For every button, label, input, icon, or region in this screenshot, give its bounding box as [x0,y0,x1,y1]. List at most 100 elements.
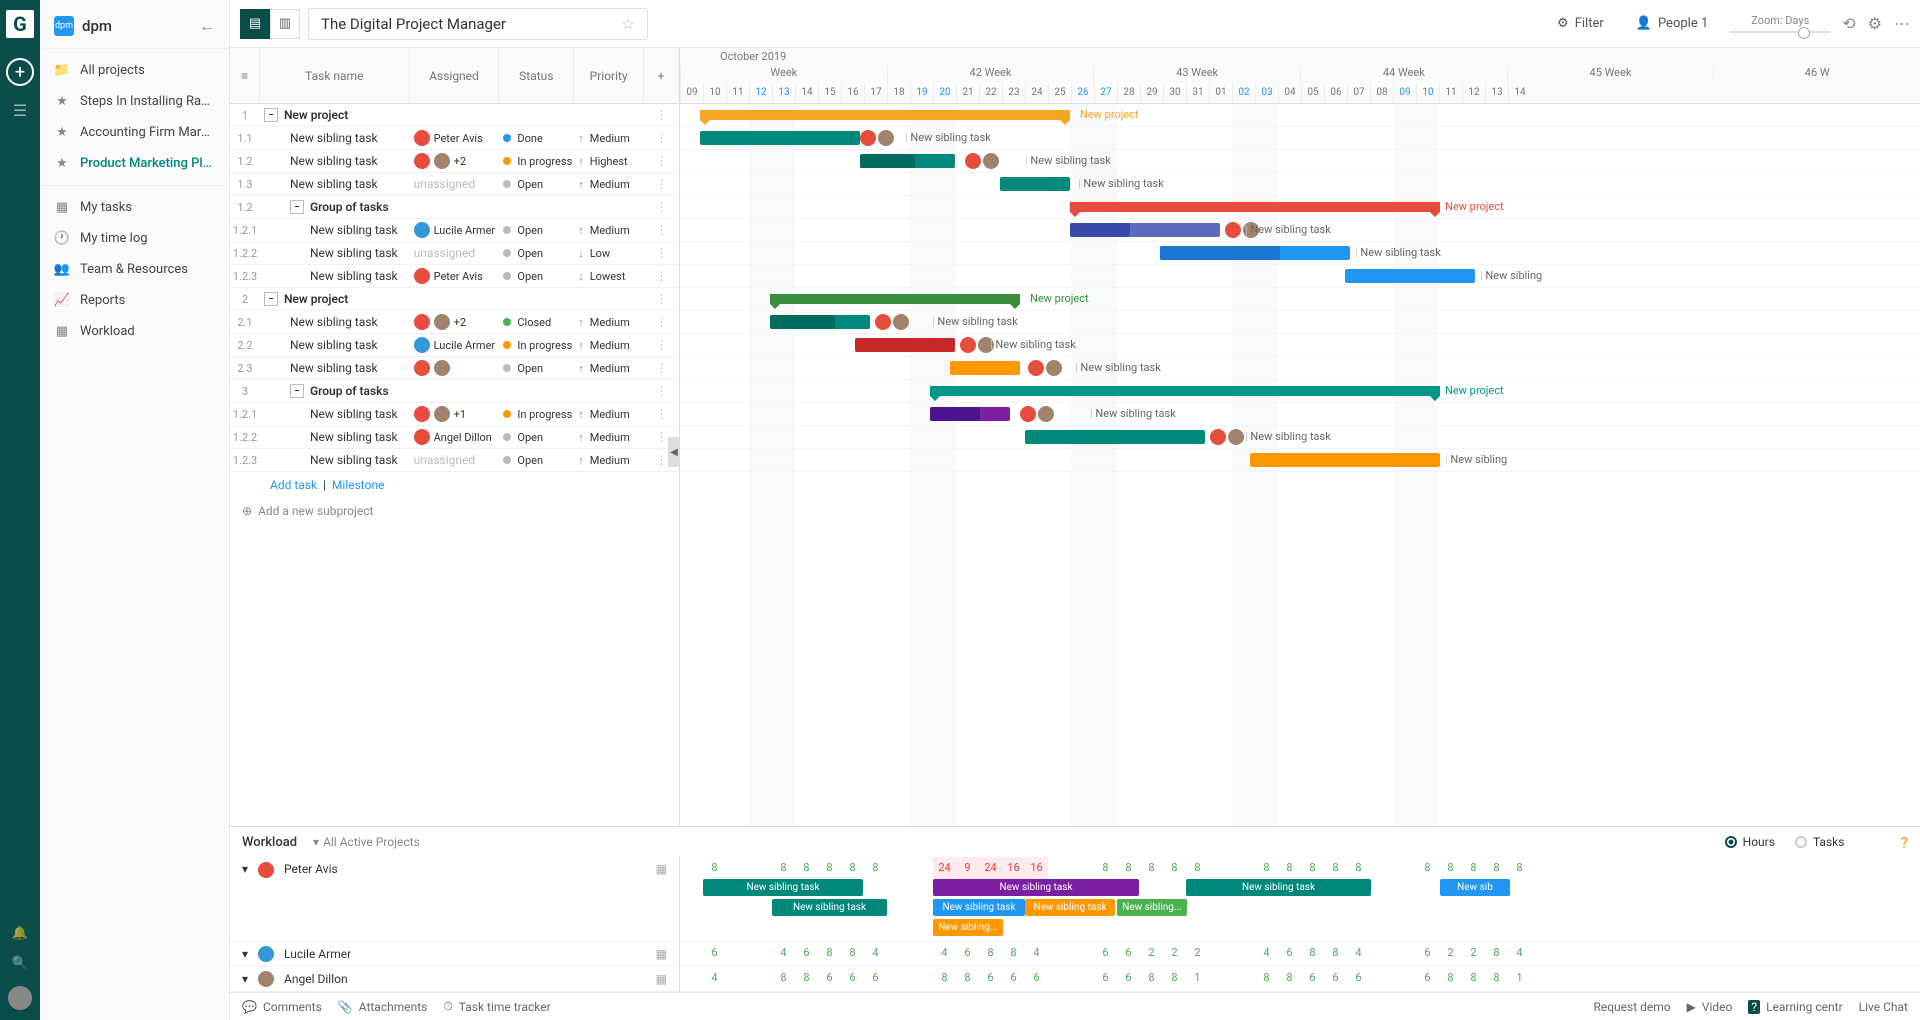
collapse-button[interactable]: − [264,292,278,306]
task-row[interactable]: 3−Group of tasks⋮ [230,380,679,403]
workload-task-bar[interactable]: New sibling... [933,919,1003,936]
row-menu-icon[interactable]: ⋮ [644,131,679,145]
comments-button[interactable]: 💬Comments [242,1000,322,1014]
row-menu-icon[interactable]: ⋮ [644,108,679,122]
assignee-cell[interactable]: unassigned [410,246,500,260]
add-column-button[interactable]: + [644,48,679,103]
task-row[interactable]: 1.2.1New sibling taskLucile ArmerOpen↑Me… [230,219,679,242]
workload-hours-toggle[interactable]: Hours [1725,835,1775,849]
live-chat-link[interactable]: Live Chat [1859,1000,1908,1014]
add-subproject-link[interactable]: ⊕ Add a new subproject [230,498,679,524]
workload-task-bar[interactable]: New sibling task [1025,899,1115,916]
sidebar-all-projects[interactable]: 📁 All projects [40,55,229,86]
collapse-grid-handle[interactable]: ◀ [668,437,680,467]
request-demo-link[interactable]: Request demo [1593,1000,1670,1014]
task-row[interactable]: 1.2.3New sibling taskunassignedOpen↑Medi… [230,449,679,472]
assignee-cell[interactable]: Lucile Armer [410,337,500,353]
status-cell[interactable]: Open [499,247,574,260]
row-menu-icon[interactable]: ⋮ [644,269,679,283]
filter-column-icon[interactable]: ≡ [230,48,260,103]
assignee-cell[interactable]: Lucile Armer [410,222,500,238]
assignee-cell[interactable]: Peter Avis [410,268,500,284]
status-cell[interactable]: In progress [499,155,574,168]
column-task-name[interactable]: Task name [260,48,410,103]
gantt-bar[interactable] [930,407,980,421]
bell-icon[interactable]: 🔔 [12,926,28,941]
add-button[interactable]: + [6,58,34,86]
task-row[interactable]: 1.3New sibling taskunassignedOpen↑Medium… [230,173,679,196]
row-menu-icon[interactable]: ⋮ [644,315,679,329]
row-menu-icon[interactable]: ⋮ [644,223,679,237]
workload-person-row[interactable]: ▾Peter Avis▦ [230,857,679,942]
star-icon[interactable]: ☆ [622,15,635,33]
status-cell[interactable]: In progress [499,339,574,352]
priority-cell[interactable]: ↓Low [574,247,644,260]
gantt-bar[interactable] [1250,453,1440,467]
people-button[interactable]: 👤People 1 [1626,10,1719,37]
task-row[interactable]: 2.3New sibling taskOpen↑Medium⋮ [230,357,679,380]
status-cell[interactable]: Open [499,454,574,467]
filter-button[interactable]: ⚙Filter [1547,10,1614,37]
sidebar-starred-project[interactable]: ★Accounting Firm Marketing... [40,117,229,148]
zoom-slider[interactable] [1730,31,1830,33]
gantt-bar[interactable] [700,131,860,145]
workload-task-bar[interactable]: New sibling task [772,899,887,916]
task-row[interactable]: 1.1New sibling taskPeter AvisDone↑Medium… [230,127,679,150]
workload-person-row[interactable]: ▾Lucile Armer▦ [230,942,679,967]
gantt-bar[interactable] [1160,246,1280,260]
gantt-bar[interactable] [860,154,915,168]
sidebar-my-tasks[interactable]: ▦My tasks [40,192,229,223]
assignee-cell[interactable]: Angel Dillon [410,429,500,445]
chevron-icon[interactable]: ▾ [242,972,248,986]
row-menu-icon[interactable]: ⋮ [644,407,679,421]
column-priority[interactable]: Priority [574,48,644,103]
priority-cell[interactable]: ↑Medium [574,454,644,467]
gantt-bar[interactable] [770,294,1020,304]
status-cell[interactable]: Open [499,362,574,375]
gantt-bar[interactable] [930,386,1440,396]
row-menu-icon[interactable]: ⋮ [644,384,679,398]
task-row[interactable]: 1−New project⋮ [230,104,679,127]
back-icon[interactable]: ← [199,16,215,36]
task-row[interactable]: 1.2−Group of tasks⋮ [230,196,679,219]
gantt-bar[interactable] [1070,202,1440,212]
row-menu-icon[interactable]: ⋮ [644,200,679,214]
status-cell[interactable]: Open [499,224,574,237]
attachments-button[interactable]: 📎Attachments [338,1000,428,1014]
status-cell[interactable]: Open [499,270,574,283]
calendar-icon[interactable]: ▦ [656,947,667,961]
more-icon[interactable]: ⋯ [1894,14,1910,33]
assignee-cell[interactable]: Peter Avis [410,130,500,146]
calendar-icon[interactable]: ▦ [656,972,667,986]
video-link[interactable]: ▶Video [1687,1000,1733,1014]
assignee-cell[interactable] [410,360,500,376]
collapse-button[interactable]: − [290,384,304,398]
workload-task-bar[interactable]: New sibling task [933,899,1025,916]
learning-link[interactable]: ?Learning centr [1748,1000,1842,1014]
gantt-bar[interactable] [1000,177,1070,191]
task-row[interactable]: 1.2.2New sibling taskunassignedOpen↓Low⋮ [230,242,679,265]
row-menu-icon[interactable]: ⋮ [644,177,679,191]
assignee-cell[interactable]: +2 [410,314,500,330]
row-menu-icon[interactable]: ⋮ [644,361,679,375]
row-menu-icon[interactable]: ⋮ [644,292,679,306]
column-status[interactable]: Status [499,48,574,103]
gantt-bar[interactable] [1025,430,1205,444]
workload-task-bar[interactable]: New sibling task [1186,879,1371,896]
row-menu-icon[interactable]: ⋮ [644,246,679,260]
gantt-bar[interactable] [950,361,1020,375]
task-row[interactable]: 2.1New sibling task+2Closed↑Medium⋮ [230,311,679,334]
priority-cell[interactable]: ↑Medium [574,178,644,191]
assignee-cell[interactable]: +2 [410,153,500,169]
assignee-cell[interactable]: unassigned [410,177,500,191]
task-row[interactable]: 1.2New sibling task+2In progress↑Highest… [230,150,679,173]
task-row[interactable]: 1.2.1New sibling task+1In progress↑Mediu… [230,403,679,426]
task-row[interactable]: 2−New project⋮ [230,288,679,311]
row-menu-icon[interactable]: ⋮ [644,154,679,168]
project-title-input[interactable]: The Digital Project Manager ☆ [308,8,648,40]
settings-icon[interactable]: ⚙ [1868,14,1882,33]
collapse-button[interactable]: − [264,108,278,122]
workload-task-bar[interactable]: New sibling task [933,879,1139,896]
zoom-control[interactable]: Zoom: Days [1730,14,1830,33]
status-cell[interactable]: Open [499,178,574,191]
